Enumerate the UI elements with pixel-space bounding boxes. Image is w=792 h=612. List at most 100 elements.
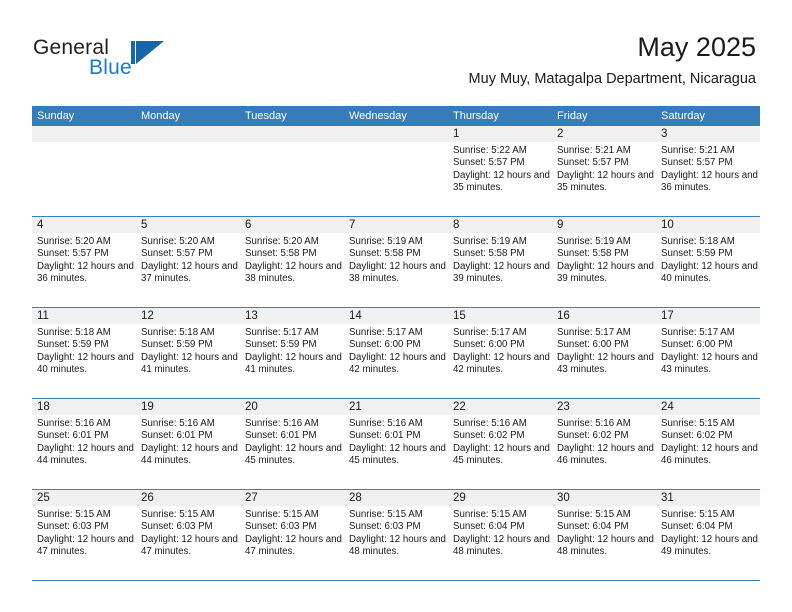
- calendar-day-cell[interactable]: 25 Sunrise: 5:15 AM Sunset: 6:03 PM Dayligh…: [32, 490, 136, 580]
- sunset-text: Sunset: 5:57 PM: [557, 157, 629, 169]
- calendar-day-cell[interactable]: 12 Sunrise: 5:18 AM Sunset: 5:59 PM Dayligh…: [136, 308, 240, 398]
- day-number: 24: [661, 401, 674, 413]
- calendar-day-cell[interactable]: 9 Sunrise: 5:19 AM Sunset: 5:58 PM Daylight…: [552, 217, 656, 307]
- sunrise-text: Sunrise: 5:16 AM: [453, 418, 527, 429]
- day-sun-info: Sunrise: 5:15 AM Sunset: 6:04 PM Daylight:…: [453, 509, 551, 558]
- sunrise-text: Sunrise: 5:18 AM: [37, 327, 111, 338]
- calendar-day-cell[interactable]: 6 Sunrise: 5:20 AM Sunset: 5:58 PM Daylight…: [240, 217, 344, 307]
- daylight-text: Daylight: 12 hours and 49 minutes.: [661, 533, 758, 557]
- calendar-day-cell[interactable]: 13 Sunrise: 5:17 AM Sunset: 5:59 PM Dayligh…: [240, 308, 344, 398]
- day-number-band: [448, 217, 552, 233]
- daylight-text: Daylight: 12 hours and 37 minutes.: [141, 260, 238, 284]
- daylight-text: Daylight: 12 hours and 48 minutes.: [453, 533, 550, 557]
- day-sun-info: Sunrise: 5:15 AM Sunset: 6:03 PM Daylight:…: [141, 509, 239, 558]
- day-number: 14: [349, 310, 362, 322]
- day-number-band: [32, 217, 136, 233]
- calendar-grid: Sunday Monday Tuesday Wednesday Thursday…: [32, 106, 760, 581]
- calendar-day-cell[interactable]: 26 Sunrise: 5:15 AM Sunset: 6:03 PM Dayligh…: [136, 490, 240, 580]
- calendar-day-cell[interactable]: 4 Sunrise: 5:20 AM Sunset: 5:57 PM Daylight…: [32, 217, 136, 307]
- daylight-text: Daylight: 12 hours and 47 minutes.: [245, 533, 342, 557]
- daylight-text: Daylight: 12 hours and 38 minutes.: [245, 260, 342, 284]
- calendar-day-cell[interactable]: 28 Sunrise: 5:15 AM Sunset: 6:03 PM Dayligh…: [344, 490, 448, 580]
- day-sun-info: Sunrise: 5:20 AM Sunset: 5:58 PM Daylight:…: [245, 236, 343, 285]
- day-sun-info: Sunrise: 5:17 AM Sunset: 6:00 PM Daylight:…: [557, 327, 655, 376]
- calendar-day-cell[interactable]: 31 Sunrise: 5:15 AM Sunset: 6:04 PM Dayligh…: [656, 490, 760, 580]
- brand-logo[interactable]: General Blue: [33, 36, 213, 86]
- calendar-day-cell[interactable]: 17 Sunrise: 5:17 AM Sunset: 6:00 PM Dayligh…: [656, 308, 760, 398]
- calendar-day-cell[interactable]: 11 Sunrise: 5:18 AM Sunset: 5:59 PM Dayligh…: [32, 308, 136, 398]
- flag-triangle-icon: [131, 41, 164, 64]
- daylight-text: Daylight: 12 hours and 42 minutes.: [453, 351, 550, 375]
- day-sun-info: Sunrise: 5:17 AM Sunset: 6:00 PM Daylight:…: [453, 327, 551, 376]
- calendar-day-cell[interactable]: 29 Sunrise: 5:15 AM Sunset: 6:04 PM Dayligh…: [448, 490, 552, 580]
- sunrise-text: Sunrise: 5:15 AM: [141, 509, 215, 520]
- calendar-day-cell[interactable]: 24 Sunrise: 5:15 AM Sunset: 6:02 PM Dayligh…: [656, 399, 760, 489]
- calendar-day-cell[interactable]: 8 Sunrise: 5:19 AM Sunset: 5:58 PM Daylight…: [448, 217, 552, 307]
- weekday-header-thursday: Thursday: [453, 110, 499, 122]
- sunrise-text: Sunrise: 5:18 AM: [141, 327, 215, 338]
- calendar-day-cell[interactable]: 15 Sunrise: 5:17 AM Sunset: 6:00 PM Dayligh…: [448, 308, 552, 398]
- day-number-band: [448, 126, 552, 142]
- day-number: 6: [245, 219, 252, 231]
- calendar-day-cell[interactable]: 10 Sunrise: 5:18 AM Sunset: 5:59 PM Dayligh…: [656, 217, 760, 307]
- day-number-band: [552, 217, 656, 233]
- calendar-day-cell[interactable]: 3 Sunrise: 5:21 AM Sunset: 5:57 PM Daylight…: [656, 126, 760, 216]
- daylight-text: Daylight: 12 hours and 40 minutes.: [661, 260, 758, 284]
- sunrise-text: Sunrise: 5:17 AM: [349, 327, 423, 338]
- daylight-text: Daylight: 12 hours and 48 minutes.: [349, 533, 446, 557]
- day-number: 8: [453, 219, 460, 231]
- daylight-text: Daylight: 12 hours and 48 minutes.: [557, 533, 654, 557]
- daylight-text: Daylight: 12 hours and 45 minutes.: [453, 442, 550, 466]
- calendar-day-cell-empty: [344, 126, 448, 216]
- day-sun-info: Sunrise: 5:19 AM Sunset: 5:58 PM Daylight:…: [557, 236, 655, 285]
- daylight-text: Daylight: 12 hours and 39 minutes.: [453, 260, 550, 284]
- sunrise-text: Sunrise: 5:17 AM: [245, 327, 319, 338]
- day-number: 13: [245, 310, 258, 322]
- calendar-day-cell[interactable]: 22 Sunrise: 5:16 AM Sunset: 6:02 PM Dayligh…: [448, 399, 552, 489]
- calendar-day-cell[interactable]: 23 Sunrise: 5:16 AM Sunset: 6:02 PM Dayligh…: [552, 399, 656, 489]
- sunrise-text: Sunrise: 5:16 AM: [557, 418, 631, 429]
- sunrise-text: Sunrise: 5:22 AM: [453, 145, 527, 156]
- calendar-day-cell[interactable]: 14 Sunrise: 5:17 AM Sunset: 6:00 PM Dayligh…: [344, 308, 448, 398]
- day-sun-info: Sunrise: 5:21 AM Sunset: 5:57 PM Daylight:…: [661, 145, 759, 194]
- sunrise-text: Sunrise: 5:17 AM: [557, 327, 631, 338]
- day-sun-info: Sunrise: 5:15 AM Sunset: 6:03 PM Daylight:…: [245, 509, 343, 558]
- calendar-day-cell[interactable]: 16 Sunrise: 5:17 AM Sunset: 6:00 PM Dayligh…: [552, 308, 656, 398]
- calendar-day-cell[interactable]: 2 Sunrise: 5:21 AM Sunset: 5:57 PM Daylight…: [552, 126, 656, 216]
- day-number: 29: [453, 492, 466, 504]
- day-sun-info: Sunrise: 5:18 AM Sunset: 5:59 PM Daylight:…: [141, 327, 239, 376]
- day-sun-info: Sunrise: 5:16 AM Sunset: 6:01 PM Daylight:…: [37, 418, 135, 467]
- calendar-day-cell[interactable]: 30 Sunrise: 5:15 AM Sunset: 6:04 PM Dayligh…: [552, 490, 656, 580]
- day-sun-info: Sunrise: 5:15 AM Sunset: 6:03 PM Daylight:…: [349, 509, 447, 558]
- day-number-band: [240, 217, 344, 233]
- calendar-day-cell[interactable]: 20 Sunrise: 5:16 AM Sunset: 6:01 PM Dayligh…: [240, 399, 344, 489]
- day-number: 12: [141, 310, 154, 322]
- sunset-text: Sunset: 6:00 PM: [349, 339, 421, 351]
- day-number-band: [656, 126, 760, 142]
- calendar-day-cell[interactable]: 18 Sunrise: 5:16 AM Sunset: 6:01 PM Dayligh…: [32, 399, 136, 489]
- daylight-text: Daylight: 12 hours and 46 minutes.: [661, 442, 758, 466]
- day-number: 22: [453, 401, 466, 413]
- calendar-day-cell[interactable]: 27 Sunrise: 5:15 AM Sunset: 6:03 PM Dayligh…: [240, 490, 344, 580]
- calendar-day-cell[interactable]: 5 Sunrise: 5:20 AM Sunset: 5:57 PM Daylight…: [136, 217, 240, 307]
- sunset-text: Sunset: 6:03 PM: [245, 521, 317, 533]
- day-sun-info: Sunrise: 5:20 AM Sunset: 5:57 PM Daylight:…: [141, 236, 239, 285]
- calendar-day-cell[interactable]: 19 Sunrise: 5:16 AM Sunset: 6:01 PM Dayligh…: [136, 399, 240, 489]
- weekday-header-tuesday: Tuesday: [245, 110, 287, 122]
- sunrise-text: Sunrise: 5:15 AM: [245, 509, 319, 520]
- calendar-day-cell[interactable]: 21 Sunrise: 5:16 AM Sunset: 6:01 PM Dayligh…: [344, 399, 448, 489]
- day-number: 5: [141, 219, 148, 231]
- sunset-text: Sunset: 6:00 PM: [661, 339, 733, 351]
- day-sun-info: Sunrise: 5:15 AM Sunset: 6:04 PM Daylight:…: [661, 509, 759, 558]
- day-number: 4: [37, 219, 44, 231]
- sunset-text: Sunset: 5:58 PM: [557, 248, 629, 260]
- sunrise-text: Sunrise: 5:16 AM: [37, 418, 111, 429]
- sunrise-text: Sunrise: 5:17 AM: [453, 327, 527, 338]
- sunset-text: Sunset: 6:02 PM: [453, 430, 525, 442]
- calendar-day-cell[interactable]: 7 Sunrise: 5:19 AM Sunset: 5:58 PM Daylight…: [344, 217, 448, 307]
- calendar-day-cell-empty: [136, 126, 240, 216]
- daylight-text: Daylight: 12 hours and 42 minutes.: [349, 351, 446, 375]
- calendar-day-cell[interactable]: 1 Sunrise: 5:22 AM Sunset: 5:57 PM Daylight…: [448, 126, 552, 216]
- sunrise-text: Sunrise: 5:20 AM: [141, 236, 215, 247]
- day-number: 3: [661, 128, 668, 140]
